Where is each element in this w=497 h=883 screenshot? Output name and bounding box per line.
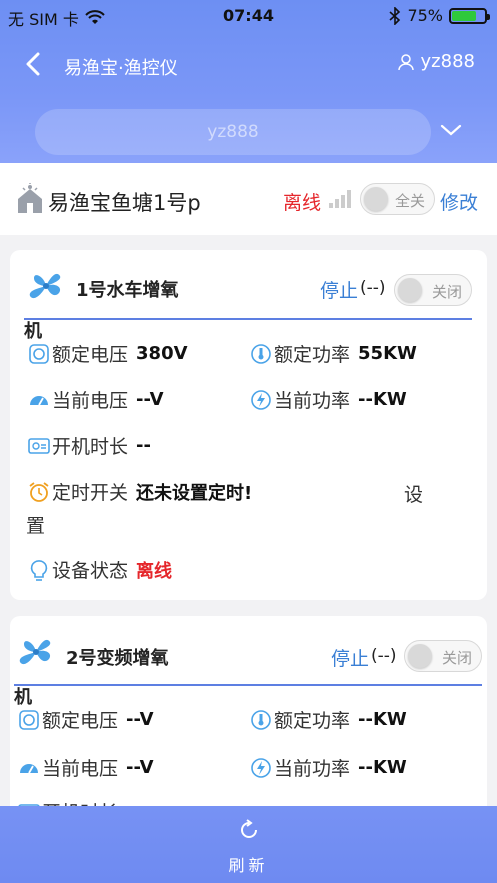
device-name: 1号水车增氧 [76,280,179,301]
device-toggle[interactable]: 关闭 [404,640,482,672]
all-off-label: 全关 [394,192,425,210]
username: yz888 [420,51,475,72]
gauge-icon [20,763,38,773]
refresh-icon[interactable] [237,818,261,842]
field-label: 额定电压 [52,344,129,366]
user-account[interactable]: yz888 [397,51,475,72]
field-label: 当前功率 [274,758,351,780]
signal-icon [329,190,351,208]
header: 无 SIM 卡 07:44 75% 易渔宝·渔控仪 yz888 yz888 [0,0,497,163]
stop-button[interactable]: 停止 [331,644,369,671]
field-value: --KW [358,389,407,410]
field-value: --V [136,389,164,410]
battery-percent: 75% [407,6,443,25]
device-card-2: 2号变频增氧 停止 (--) 关闭 机 额定电压 --V 额定功率 --KW 当… [10,616,487,824]
edit-pond-link[interactable]: 修改 [440,188,478,215]
device-toggle-label: 关闭 [431,283,462,301]
divider [14,684,482,686]
setup-label-cont[interactable]: 置 [26,511,45,538]
pond-name: 易渔宝鱼塘1号p [48,191,201,215]
field-value: --V [126,757,154,778]
gauge-icon [30,395,48,405]
pond-status: 离线 [283,192,322,214]
page-title: 易渔宝·渔控仪 [64,58,178,79]
field-value: --KW [358,709,407,730]
field-value: 55KW [358,343,417,364]
timer: 定时开关 还未设置定时! [28,478,252,505]
field-value: 还未设置定时! [136,482,253,504]
voltage-meter-icon [29,343,49,364]
voltage-meter-icon [19,709,39,730]
field-label: 额定功率 [274,344,351,366]
rated-power: 额定功率 55KW [250,340,417,367]
back-arrow-icon[interactable] [22,50,46,78]
user-icon [397,53,414,70]
field-label: 定时开关 [52,482,129,504]
account-select[interactable]: yz888 [35,109,431,155]
field-label: 额定功率 [274,710,351,732]
field-value: 380V [136,343,188,364]
refresh-bar[interactable]: 刷新 [0,806,497,883]
battery-icon [449,7,490,24]
lightning-icon [251,757,271,778]
rated-voltage: 额定电压 --V [18,706,154,733]
field-label: 开机时长 [52,436,129,458]
fan-icon [19,639,51,665]
divider [24,318,472,320]
lightbulb-icon [30,559,48,581]
refresh-label[interactable]: 刷新 [0,852,497,876]
status-bar: 无 SIM 卡 07:44 75% [0,0,497,32]
field-value: -- [136,435,151,456]
thermometer-icon [251,709,271,730]
device-state: (--) [371,646,397,666]
field-value: --KW [358,757,407,778]
pond-house-icon [18,183,42,213]
pond-row: 易渔宝鱼塘1号p 离线 全关 修改 [0,163,497,235]
rated-voltage: 额定电压 380V [28,340,188,367]
current-power: 当前功率 --KW [250,386,407,413]
chevron-down-icon[interactable] [439,118,463,142]
setup-label[interactable]: 设 [404,480,423,507]
current-power: 当前功率 --KW [250,754,407,781]
current-voltage: 当前电压 --V [18,754,154,781]
device-name: 2号变频增氧 [66,648,169,669]
timer-setup-button-cont[interactable]: 置 [26,511,45,538]
device-status: 设备状态 离线 [28,556,172,583]
device-card-1: 1号水车增氧 停止 (--) 关闭 机 额定电压 380V 额定功率 55KW … [10,250,487,600]
device-toggle-label: 关闭 [441,649,472,667]
thermometer-icon [251,343,271,364]
runtime: 开机时长 -- [28,432,151,459]
fan-icon [29,273,61,299]
field-label: 额定电压 [42,710,119,732]
field-label: 当前功率 [274,390,351,412]
alarm-clock-icon [29,481,49,502]
current-voltage: 当前电压 --V [28,386,164,413]
rated-power: 额定功率 --KW [250,706,407,733]
field-label: 设备状态 [52,560,129,582]
lightning-icon [251,389,271,410]
field-label: 当前电压 [52,390,129,412]
device-toggle[interactable]: 关闭 [394,274,472,306]
nav-bar: 易渔宝·渔控仪 yz888 [0,40,497,90]
stop-button[interactable]: 停止 [320,276,358,303]
all-off-toggle[interactable]: 全关 [360,183,435,215]
timer-setup-button[interactable]: 设 [404,480,423,507]
field-value: 离线 [136,560,173,582]
field-value: --V [126,709,154,730]
bluetooth-icon [389,6,401,25]
runtime-icon [28,437,50,454]
device-state: (--) [360,278,386,298]
field-label: 当前电压 [42,758,119,780]
